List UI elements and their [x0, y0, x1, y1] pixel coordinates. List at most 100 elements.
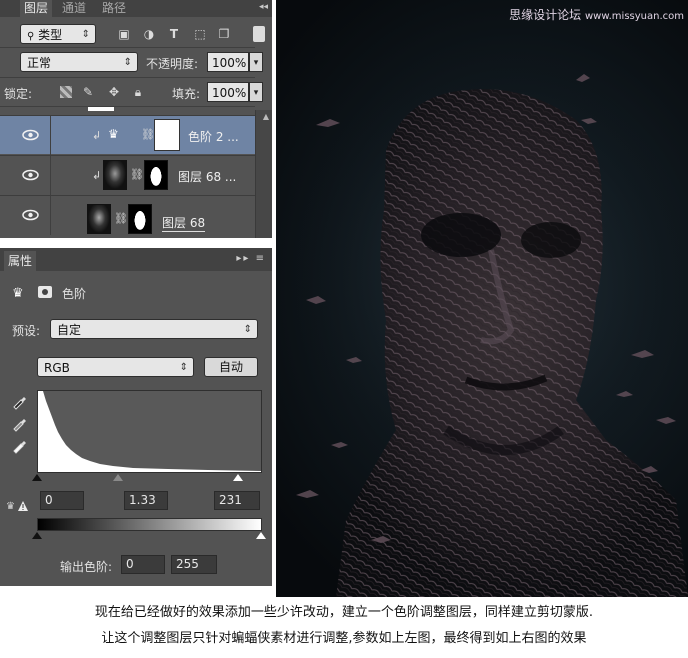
divider: [0, 77, 255, 78]
layer-thumbnail[interactable]: [103, 160, 127, 190]
watermark-main: 思缘设计论坛: [509, 8, 582, 22]
clip-arrow-icon: ↲: [92, 129, 102, 142]
divider: [50, 196, 51, 235]
properties-panel: 属性 ▸▸ ≡ ♛ 色阶 预设: 自定 ⇕ RGB ⇕ 自动 ♛ 0 1.33 …: [0, 248, 272, 586]
updown-arrow-icon: ⇕: [179, 362, 188, 373]
tab-properties[interactable]: 属性: [4, 251, 37, 271]
lock-pixels-brush-icon[interactable]: ✎: [80, 85, 96, 99]
fill-label: 填充:: [172, 87, 201, 101]
output-black-slider[interactable]: [32, 532, 42, 539]
lock-position-move-icon[interactable]: ✥: [106, 85, 122, 99]
opacity-slider-arrow[interactable]: ▾: [249, 52, 263, 72]
histogram-graph: [38, 391, 261, 472]
filter-kind-dropdown[interactable]: ⚲ 类型 ⇕: [20, 24, 96, 44]
levels-adjustment-icon: ♛: [12, 286, 24, 301]
output-levels-label: 输出色阶:: [60, 560, 113, 574]
layer-name-68[interactable]: 图层 68: [162, 214, 206, 232]
updown-arrow-icon: ⇕: [81, 29, 90, 40]
mask-icon[interactable]: [38, 286, 52, 298]
preset-dropdown[interactable]: 自定 ⇕: [50, 319, 258, 339]
layer-mask-thumbnail[interactable]: [128, 204, 152, 234]
input-black-slider[interactable]: [32, 474, 42, 481]
watermark-url: www.missyuan.com: [585, 11, 684, 22]
levels-histogram: [37, 390, 262, 473]
gray-point-eyedropper-icon[interactable]: [11, 416, 27, 432]
panel-collapse-icon[interactable]: ◂◂: [259, 2, 268, 12]
layers-tabbar: 图层 通道 路径 ◂◂: [0, 0, 272, 17]
layers-panel: 图层 通道 路径 ◂◂ ⚲ 类型 ⇕ ▣ ◑ T ⬚ ❐ 正常 ⇕ 不透明度: …: [0, 0, 272, 238]
divider: [50, 156, 51, 195]
blend-mode-value: 正常: [27, 56, 52, 70]
fill-input[interactable]: 100%: [207, 82, 249, 102]
channel-dropdown[interactable]: RGB ⇕: [37, 357, 194, 377]
filter-kind-label: 类型: [38, 28, 63, 42]
layer-row-68-clipped[interactable]: ↲ ⛓ 图层 68 ...: [0, 155, 255, 195]
divider: [50, 116, 51, 155]
clipping-warning-icon[interactable]: ♛: [6, 498, 28, 512]
smart-object-filter-icon[interactable]: ❐: [216, 27, 232, 41]
input-gamma-slider[interactable]: [113, 474, 123, 481]
search-icon: ⚲: [27, 31, 35, 42]
input-gamma-field[interactable]: 1.33: [124, 491, 168, 510]
updown-arrow-icon: ⇕: [123, 57, 132, 68]
white-point-eyedropper-icon[interactable]: [11, 438, 27, 454]
layer-thumbnail[interactable]: [87, 204, 111, 234]
bat-face-artwork: [276, 40, 688, 597]
layer-name-levels[interactable]: 色阶 2 ...: [188, 128, 239, 145]
properties-header: 属性 ▸▸ ≡: [0, 248, 272, 271]
caption-line-2: 让这个调整图层只针对蝙蝠侠素材进行调整,参数如上左图，最终得到如上右图的效果: [101, 631, 587, 646]
updown-arrow-icon: ⇕: [243, 324, 252, 335]
preset-value: 自定: [57, 323, 82, 337]
layer-mask-thumbnail[interactable]: [154, 119, 180, 151]
properties-title: 色阶: [62, 287, 87, 301]
eye-icon[interactable]: [22, 129, 39, 141]
output-levels-gradient: [37, 518, 262, 531]
layer-name-68-copy[interactable]: 图层 68 ...: [178, 168, 236, 185]
layer-thumbnail-top-edge: [88, 107, 114, 111]
divider: [0, 47, 255, 48]
clip-arrow-icon: ↲: [92, 169, 102, 182]
layer-mask-thumbnail[interactable]: [144, 160, 168, 190]
caption: 现在给已经做好的效果添加一些少许改动，建立一个色阶调整图层，同样建立剪切蒙版. …: [0, 598, 688, 658]
layer-row-68[interactable]: ⛓ 图层 68: [0, 195, 255, 235]
link-chain-icon[interactable]: ⛓: [114, 212, 128, 225]
filter-toggle-switch[interactable]: [253, 26, 265, 42]
link-chain-icon[interactable]: ⛓: [130, 168, 144, 181]
pixel-filter-icon[interactable]: ▣: [116, 27, 132, 41]
panel-menu-icon[interactable]: ▸▸ ≡: [236, 253, 266, 264]
tab-paths[interactable]: 路径: [98, 0, 130, 17]
blend-mode-dropdown[interactable]: 正常 ⇕: [20, 52, 138, 72]
result-photo: 思缘设计论坛 www.missyuan.com: [276, 0, 688, 597]
lock-transparent-icon[interactable]: [60, 86, 72, 98]
eye-icon[interactable]: [22, 209, 39, 221]
input-white-slider[interactable]: [233, 474, 243, 481]
type-filter-icon[interactable]: T: [166, 27, 182, 41]
channel-value: RGB: [44, 361, 70, 375]
lock-all-icon[interactable]: 🔒︎: [130, 85, 146, 99]
eye-icon[interactable]: [22, 169, 39, 181]
auto-button[interactable]: 自动: [204, 357, 258, 377]
tab-layers[interactable]: 图层: [20, 0, 53, 17]
layers-scrollbar[interactable]: [255, 110, 272, 238]
fill-slider-arrow[interactable]: ▾: [249, 82, 263, 102]
output-white-slider[interactable]: [256, 532, 266, 539]
tab-channels[interactable]: 通道: [58, 0, 90, 17]
svg-text:♛: ♛: [6, 501, 15, 512]
black-point-eyedropper-icon[interactable]: [11, 394, 27, 410]
divider: [0, 106, 255, 107]
link-chain-icon[interactable]: ⛓: [141, 128, 155, 141]
preset-label: 预设:: [12, 324, 41, 338]
layer-row-levels[interactable]: ↲ ♛ ⛓ 色阶 2 ...: [0, 115, 255, 155]
scroll-up-arrow-icon[interactable]: ▲: [263, 112, 269, 121]
levels-adjustment-icon: ♛: [108, 127, 119, 141]
shape-filter-icon[interactable]: ⬚: [192, 27, 208, 41]
output-white-field[interactable]: 255: [171, 555, 217, 574]
input-black-field[interactable]: 0: [40, 491, 84, 510]
opacity-label: 不透明度:: [146, 57, 199, 71]
input-white-field[interactable]: 231: [214, 491, 260, 510]
opacity-input[interactable]: 100%: [207, 52, 249, 72]
output-black-field[interactable]: 0: [121, 555, 165, 574]
adjustment-filter-icon[interactable]: ◑: [141, 27, 157, 41]
caption-line-1: 现在给已经做好的效果添加一些少许改动，建立一个色阶调整图层，同样建立剪切蒙版.: [94, 605, 594, 620]
lock-label: 锁定:: [4, 87, 33, 101]
